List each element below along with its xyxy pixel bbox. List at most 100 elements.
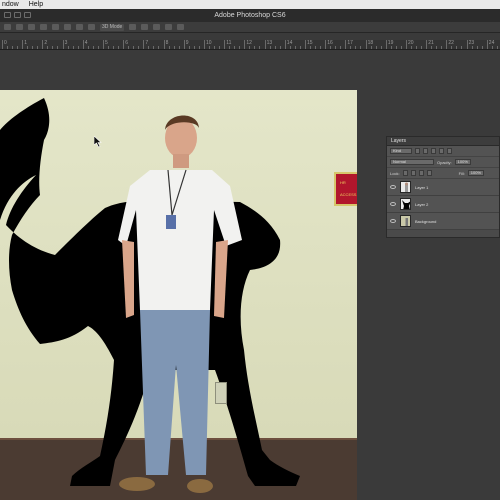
ruler-tick: [486, 40, 488, 49]
layer-row-layer-2[interactable]: Layer 2: [387, 196, 499, 213]
tool-preset-icon[interactable]: [4, 24, 11, 30]
fill-label: Fill:: [458, 170, 465, 176]
align-center-icon[interactable]: [28, 24, 35, 30]
align-right-icon[interactable]: [40, 24, 47, 30]
filter-pixel-icon[interactable]: [415, 148, 420, 154]
menu-help[interactable]: Help: [29, 0, 43, 9]
3d-pan-icon[interactable]: [153, 24, 161, 30]
ruler-minor-tick: [92, 46, 94, 49]
ruler-tick: [385, 40, 387, 49]
ruler-minor-tick: [239, 46, 241, 49]
fill-input[interactable]: 100%: [467, 170, 484, 176]
ruler-minor-tick: [214, 46, 215, 49]
visibility-eye-icon[interactable]: [390, 219, 396, 223]
ruler-minor-tick: [158, 46, 160, 49]
ruler-minor-tick: [416, 46, 417, 49]
person-jeans: [140, 310, 210, 475]
ruler-tick: [345, 40, 347, 49]
ruler-minor-tick: [481, 46, 483, 49]
ruler-minor-tick: [395, 46, 397, 49]
3d-scale-icon[interactable]: [177, 24, 185, 30]
layer-row-layer-1[interactable]: Layer 1: [387, 179, 499, 196]
3d-rotate-icon[interactable]: [129, 24, 137, 30]
ruler-tick: [103, 40, 104, 49]
ruler-minor-tick: [456, 46, 458, 49]
wall-sign: HR ACCESS: [334, 172, 357, 206]
ruler-tick: [305, 40, 306, 49]
opacity-input[interactable]: 100%: [454, 159, 471, 165]
ruler-minor-tick: [360, 46, 362, 49]
3d-roll-icon[interactable]: [141, 24, 149, 30]
ruler-tick: [466, 40, 468, 49]
layers-tab[interactable]: Layers: [387, 137, 499, 146]
ruler-tick: [22, 40, 24, 49]
ruler-minor-tick: [269, 46, 271, 49]
auto-align-icon[interactable]: [88, 24, 95, 30]
options-bar: 3D Mode: [0, 22, 500, 33]
ruler-minor-tick: [37, 46, 39, 49]
lock-transparency-icon[interactable]: [402, 170, 408, 176]
3d-slide-icon[interactable]: [165, 24, 173, 30]
ruler-minor-tick: [108, 46, 109, 49]
sign-line-2: ACCESS: [340, 192, 357, 197]
layer-name: Layer 1: [415, 184, 429, 190]
ruler-minor-tick: [173, 46, 175, 49]
lock-fill-row: Lock: Fill: 100%: [387, 168, 499, 179]
distribute-vertical-icon[interactable]: [76, 24, 83, 30]
ruler-minor-tick: [451, 46, 453, 49]
ruler-minor-tick: [380, 46, 382, 49]
filter-shape-icon[interactable]: [439, 148, 444, 154]
visibility-eye-icon[interactable]: [390, 185, 396, 189]
ruler-tick: [62, 40, 64, 49]
ruler-minor-tick: [198, 46, 200, 49]
filter-smart-object-icon[interactable]: [447, 148, 452, 154]
filter-adjustment-icon[interactable]: [423, 148, 428, 154]
lock-position-icon[interactable]: [418, 170, 424, 176]
ruler-minor-tick: [118, 46, 119, 49]
ruler-minor-tick: [471, 46, 473, 49]
ruler-minor-tick: [315, 46, 316, 49]
ruler-minor-tick: [97, 46, 99, 49]
ruler-minor-tick: [12, 46, 13, 49]
layer-row-background[interactable]: Background: [387, 213, 499, 230]
ruler-minor-tick: [254, 46, 256, 49]
menu-window[interactable]: ndow: [2, 0, 19, 9]
ruler-minor-tick: [178, 46, 180, 49]
ruler-minor-tick: [421, 46, 422, 49]
ruler-minor-tick: [128, 46, 130, 49]
layer-thumbnail: [400, 181, 411, 193]
ruler-minor-tick: [335, 46, 337, 49]
ruler-tick: [325, 40, 327, 49]
align-left-icon[interactable]: [16, 24, 23, 30]
ruler-minor-tick: [496, 46, 498, 49]
blend-mode-select[interactable]: Normal: [390, 159, 434, 165]
lock-pixels-icon[interactable]: [410, 170, 416, 176]
ruler-minor-tick: [320, 46, 321, 49]
ruler-minor-tick: [436, 46, 438, 49]
ruler-tick: [446, 40, 448, 49]
ruler-minor-tick: [209, 46, 210, 49]
lock-label: Lock:: [390, 170, 400, 176]
ruler-minor-tick: [148, 46, 150, 49]
layer-thumbnail: [400, 198, 411, 210]
filter-type-icon[interactable]: [431, 148, 436, 154]
horizontal-ruler[interactable]: 0 1 2 3 4 5 6 7 8 9 10 11 12 13 14 15 16 17 18 19 20 21 22 23 24: [0, 40, 500, 50]
lock-all-icon[interactable]: [426, 170, 432, 176]
ruler-minor-tick: [411, 46, 412, 49]
document-canvas[interactable]: HR ACCESS: [0, 90, 357, 500]
person-right-shoe: [187, 479, 213, 493]
ruler-tick: [365, 40, 367, 49]
mouse-cursor-icon: [94, 136, 102, 148]
ruler-tick: [264, 40, 266, 49]
ruler-minor-tick: [72, 46, 74, 49]
ruler-minor-tick: [7, 46, 8, 49]
ruler-minor-tick: [17, 46, 18, 49]
visibility-eye-icon[interactable]: [390, 202, 396, 206]
ruler-minor-tick: [350, 46, 352, 49]
distribute-icon[interactable]: [52, 24, 59, 30]
ruler-tick: [426, 40, 428, 49]
distribute-horizontal-icon[interactable]: [64, 24, 71, 30]
ruler-minor-tick: [330, 46, 332, 49]
ruler-tick: [224, 40, 226, 49]
kind-filter-select[interactable]: Kind: [390, 148, 412, 154]
